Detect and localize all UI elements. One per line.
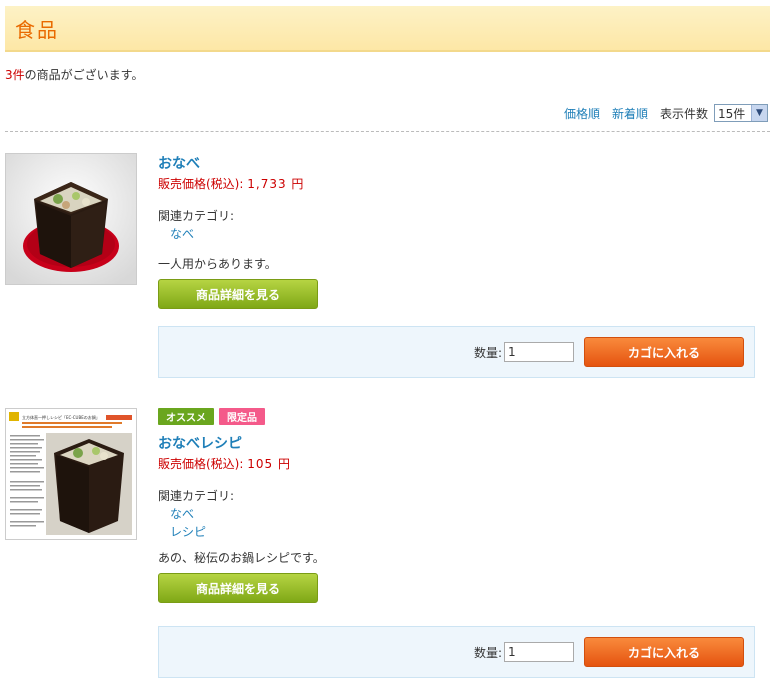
quantity-label: 数量: xyxy=(473,645,502,660)
product-info: おなべ 販売価格(税込): 1,733 円 関連カテゴリ: なべ 一人用からあり… xyxy=(158,153,758,309)
add-to-cart-button[interactable]: カゴに入れる xyxy=(584,637,744,667)
recipe-flyer-heading: 立方体直一押しレシピ「EC-CUBEのお鍋」 xyxy=(22,414,100,420)
quantity-input[interactable]: 1 xyxy=(504,642,574,662)
badge-group: オススメ 限定品 xyxy=(158,408,758,425)
category-label: 関連カテゴリ: xyxy=(158,489,235,503)
category-label: 関連カテゴリ: xyxy=(158,209,235,223)
add-to-cart-button[interactable]: カゴに入れる xyxy=(584,337,744,367)
price-label: 販売価格(税込): xyxy=(158,457,244,471)
product-name-link[interactable]: おなべ xyxy=(158,153,758,173)
category-link-nabe[interactable]: なべ xyxy=(170,225,758,243)
product-item: おなべ 販売価格(税込): 1,733 円 関連カテゴリ: なべ 一人用からあり… xyxy=(5,153,770,383)
product-info: オススメ 限定品 おなべレシピ 販売価格(税込): 105 円 関連カテゴリ: … xyxy=(158,408,758,603)
category-link-recipe[interactable]: レシピ xyxy=(170,523,758,541)
product-image[interactable] xyxy=(5,153,137,285)
category-title-bar: 食品 xyxy=(5,6,770,52)
product-name-link[interactable]: おなべレシピ xyxy=(158,433,758,453)
view-details-button[interactable]: 商品詳細を見る xyxy=(158,279,318,309)
result-count-text: の商品がございます。 xyxy=(24,68,144,82)
result-count: 3件の商品がございます。 xyxy=(5,66,143,83)
price-label: 販売価格(税込): xyxy=(158,177,244,191)
result-count-number: 3件 xyxy=(5,68,25,82)
product-price: 販売価格(税込): 1,733 円 xyxy=(158,175,758,195)
price-value: 1,733 円 xyxy=(247,177,305,191)
nabe-photo-icon xyxy=(6,154,136,284)
per-page-label: 表示件数 xyxy=(659,106,708,121)
per-page-value: 15件 xyxy=(718,106,746,121)
product-image[interactable]: 立方体直一押しレシピ「EC-CUBEのお鍋」 xyxy=(5,408,137,540)
badge-recommend: オススメ xyxy=(158,408,214,425)
sort-bar: 価格順 新着順 表示件数 15件 ▼ xyxy=(564,103,768,123)
badge-limited: 限定品 xyxy=(219,408,265,425)
sort-by-price-link[interactable]: 価格順 xyxy=(564,105,600,122)
add-to-cart-box: 数量: 1 カゴに入れる xyxy=(158,626,755,678)
per-page-select[interactable]: 15件 ▼ xyxy=(714,104,768,122)
sort-by-new-link[interactable]: 新着順 xyxy=(612,105,648,122)
recipe-flyer-icon: 立方体直一押しレシピ「EC-CUBEのお鍋」 xyxy=(6,409,136,539)
price-value: 105 円 xyxy=(247,457,291,471)
product-description: あの、秘伝のお鍋レシピです。 xyxy=(158,551,325,565)
quantity-input[interactable]: 1 xyxy=(504,342,574,362)
chevron-down-icon[interactable]: ▼ xyxy=(751,105,767,121)
add-to-cart-box: 数量: 1 カゴに入れる xyxy=(158,326,755,378)
product-item: 立方体直一押しレシピ「EC-CUBEのお鍋」 オススメ 限定品 おなべレシピ 販… xyxy=(5,408,770,683)
quantity-label: 数量: xyxy=(473,345,502,360)
product-price: 販売価格(税込): 105 円 xyxy=(158,455,758,475)
category-link-nabe[interactable]: なべ xyxy=(170,505,758,523)
page-title: 食品 xyxy=(15,17,59,42)
view-details-button[interactable]: 商品詳細を見る xyxy=(158,573,318,603)
divider xyxy=(5,131,770,132)
product-description: 一人用からあります。 xyxy=(158,257,277,271)
